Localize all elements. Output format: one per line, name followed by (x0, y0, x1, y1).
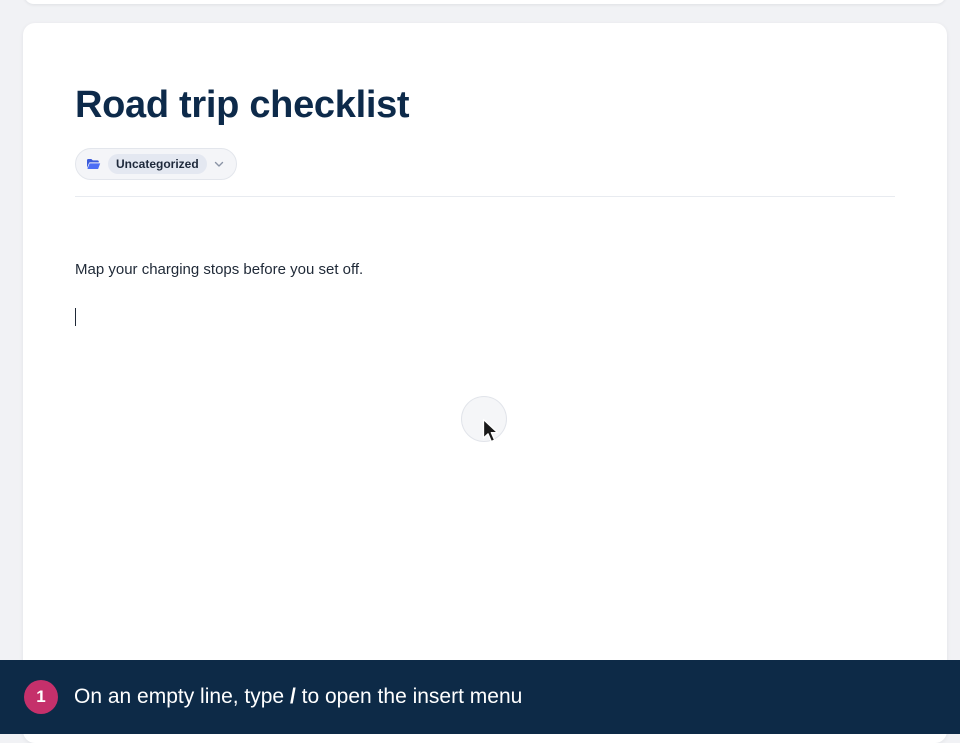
header-divider (75, 196, 895, 197)
instruction-text-after: to open the insert menu (301, 685, 523, 708)
instruction-text: On an empty line, type / to open the ins… (74, 685, 522, 709)
category-selector[interactable]: Uncategorized (75, 148, 237, 180)
document-title[interactable]: Road trip checklist (75, 81, 410, 129)
editor-card: Road trip checklist Uncategorized Map yo… (23, 23, 947, 743)
tutorial-instruction-bar: 1 On an empty line, type / to open the i… (0, 660, 960, 734)
step-number-badge: 1 (24, 680, 58, 714)
category-label: Uncategorized (108, 154, 207, 174)
body-paragraph[interactable]: Map your charging stops before you set o… (75, 260, 363, 280)
text-caret (75, 308, 76, 326)
previous-card-edge (24, 0, 946, 4)
instruction-text-before: On an empty line, type (74, 685, 285, 708)
chevron-down-icon (214, 161, 223, 167)
folder-open-icon (87, 159, 101, 169)
instruction-key: / (289, 685, 296, 708)
mouse-pointer-icon (482, 418, 499, 443)
